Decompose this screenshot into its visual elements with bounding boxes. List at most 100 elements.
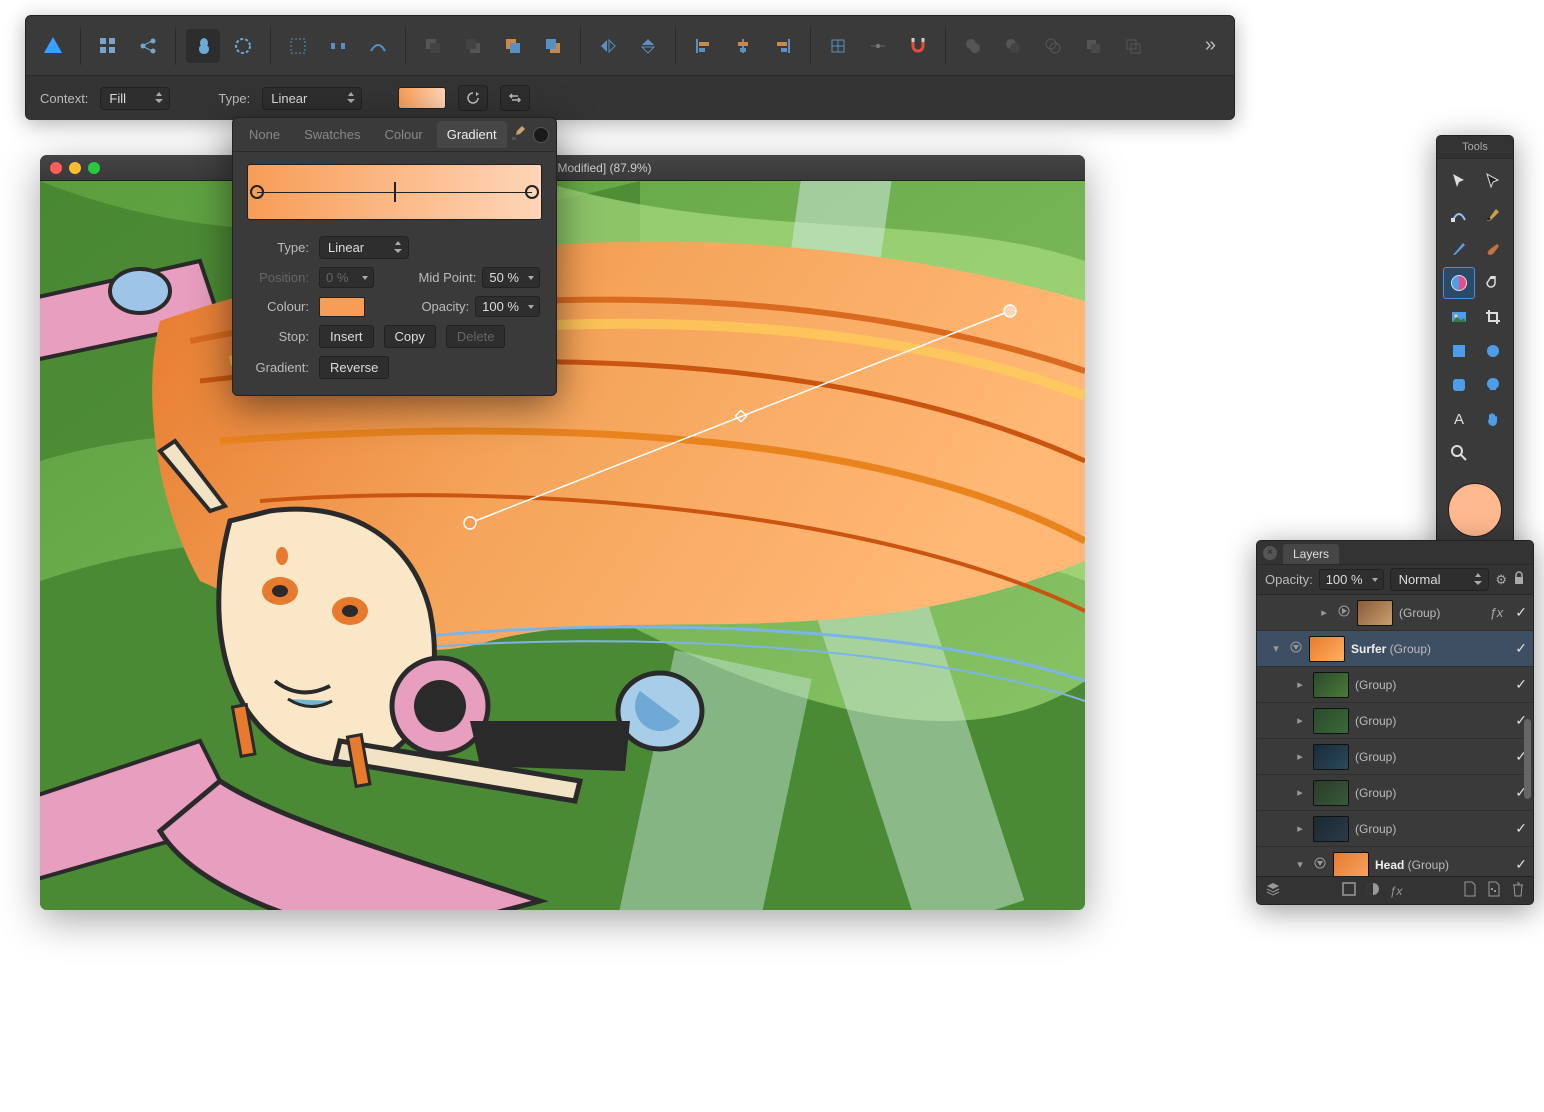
move-tool-icon[interactable]	[1443, 165, 1475, 197]
node-tool-icon[interactable]	[1443, 199, 1475, 231]
snap-curve-icon[interactable]	[361, 29, 395, 63]
direct-select-tool-icon[interactable]	[1477, 165, 1509, 197]
copy-button[interactable]: Copy	[384, 325, 436, 348]
blend-mode-select[interactable]: Normal	[1390, 568, 1490, 591]
gear-icon[interactable]: ⚙	[1495, 572, 1507, 588]
layers-tab[interactable]: Layers	[1283, 544, 1339, 564]
layer-row[interactable]: ▸ (Group) ✓	[1257, 739, 1533, 775]
bool-xor-icon[interactable]	[1076, 29, 1110, 63]
text-tool-icon[interactable]: A	[1443, 403, 1475, 435]
fill-tool-icon[interactable]	[1443, 267, 1475, 299]
lock-icon[interactable]	[1513, 571, 1525, 588]
pencil-tool-icon[interactable]	[1443, 233, 1475, 265]
position-input[interactable]: 0 %	[319, 267, 374, 288]
layer-row[interactable]: ▸ (Group) ✓	[1257, 703, 1533, 739]
layer-row[interactable]: ▾ Head (Group) ✓	[1257, 847, 1533, 876]
layer-row[interactable]: ▸ (Group) ✓	[1257, 667, 1533, 703]
expand-circle-icon[interactable]	[1289, 641, 1303, 656]
tab-none[interactable]: None	[239, 121, 290, 148]
disclosure-icon[interactable]: ▸	[1293, 822, 1307, 835]
grid-icon[interactable]	[91, 29, 125, 63]
layers-icon[interactable]	[1265, 881, 1281, 900]
rounded-rect-tool-icon[interactable]	[1443, 369, 1475, 401]
overflow-icon[interactable]: »	[1205, 34, 1224, 57]
foreground-colour-swatch[interactable]	[1448, 483, 1502, 537]
delete-button[interactable]: Delete	[446, 325, 506, 348]
close-window-icon[interactable]	[50, 162, 62, 174]
new-layer-icon[interactable]	[1463, 881, 1477, 900]
reverse-button[interactable]: Reverse	[319, 356, 389, 379]
layer-back-icon[interactable]	[416, 29, 450, 63]
grad-type-select[interactable]: Linear	[319, 236, 409, 259]
brush-tool-icon[interactable]	[1477, 233, 1509, 265]
layer-row[interactable]: ▸ (Group) ✓	[1257, 775, 1533, 811]
align-right-icon[interactable]	[766, 29, 800, 63]
eyedropper-icon[interactable]	[511, 125, 527, 144]
reverse-gradient-icon[interactable]	[500, 85, 530, 111]
point-transform-icon[interactable]	[861, 29, 895, 63]
adjustment-icon[interactable]	[1366, 882, 1380, 899]
new-pixel-layer-icon[interactable]	[1487, 881, 1501, 900]
snap-toggle-icon[interactable]	[821, 29, 855, 63]
align-center-icon[interactable]	[726, 29, 760, 63]
canvas[interactable]	[40, 181, 1085, 910]
tab-gradient[interactable]: Gradient	[437, 121, 507, 148]
gradient-bar[interactable]	[247, 164, 542, 220]
context-select[interactable]: Fill	[100, 87, 170, 110]
zoom-tool-icon[interactable]	[1443, 437, 1475, 469]
layer-backward-icon[interactable]	[456, 29, 490, 63]
expand-circle-icon[interactable]	[1337, 605, 1351, 620]
crop-tool-icon[interactable]	[1477, 301, 1509, 333]
disclosure-icon[interactable]: ▾	[1269, 642, 1283, 655]
share-icon[interactable]	[131, 29, 165, 63]
bool-add-icon[interactable]	[956, 29, 990, 63]
rotate-gradient-icon[interactable]	[458, 85, 488, 111]
zoom-window-icon[interactable]	[88, 162, 100, 174]
traffic-lights[interactable]	[50, 162, 100, 174]
tab-colour[interactable]: Colour	[374, 121, 432, 148]
disclosure-icon[interactable]: ▾	[1293, 858, 1307, 871]
layer-opacity-input[interactable]: 100 %	[1319, 569, 1384, 590]
opacity-input[interactable]: 100 %	[475, 296, 540, 317]
fx-icon[interactable]: ƒx	[1390, 884, 1403, 898]
disclosure-icon[interactable]: ▸	[1293, 786, 1307, 799]
fill-swatch[interactable]	[398, 87, 446, 109]
disclosure-icon[interactable]: ▸	[1293, 714, 1307, 727]
trash-icon[interactable]	[1511, 881, 1525, 900]
pen-tool-icon[interactable]	[1477, 199, 1509, 231]
layer-front-icon[interactable]	[536, 29, 570, 63]
scrollbar-thumb[interactable]	[1524, 719, 1531, 799]
bool-sub-icon[interactable]	[996, 29, 1030, 63]
align-left-icon[interactable]	[686, 29, 720, 63]
disclosure-icon[interactable]: ▸	[1293, 750, 1307, 763]
flip-h-icon[interactable]	[591, 29, 625, 63]
snap-spacing-icon[interactable]	[321, 29, 355, 63]
subtract-icon[interactable]	[226, 29, 260, 63]
close-panel-icon[interactable]: ×	[1263, 546, 1277, 560]
minimize-window-icon[interactable]	[69, 162, 81, 174]
disclosure-icon[interactable]: ▸	[1317, 606, 1331, 619]
flip-v-icon[interactable]	[631, 29, 665, 63]
bool-int-icon[interactable]	[1036, 29, 1070, 63]
insert-button[interactable]: Insert	[319, 325, 374, 348]
bool-div-icon[interactable]	[1116, 29, 1150, 63]
pan-tool-icon[interactable]	[1477, 403, 1509, 435]
rectangle-tool-icon[interactable]	[1443, 335, 1475, 367]
snap-grid-icon[interactable]	[281, 29, 315, 63]
transparency-tool-icon[interactable]	[1477, 267, 1509, 299]
layer-list[interactable]: ▸ (Group) ƒx ✓ ▾ Surfer (Group) ✓ ▸ (Gro…	[1257, 595, 1533, 876]
magnet-icon[interactable]	[901, 29, 935, 63]
midpoint-input[interactable]: 50 %	[482, 267, 540, 288]
shape-tool-icon[interactable]	[1477, 369, 1509, 401]
layer-row[interactable]: ▸ (Group) ƒx ✓	[1257, 595, 1533, 631]
mask-square-icon[interactable]	[1342, 882, 1356, 899]
ellipse-tool-icon[interactable]	[1477, 335, 1509, 367]
layer-forward-icon[interactable]	[496, 29, 530, 63]
expand-circle-icon[interactable]	[1313, 857, 1327, 872]
sample-swatch-icon[interactable]	[533, 127, 549, 143]
layer-row[interactable]: ▸ (Group) ✓	[1257, 811, 1533, 847]
type-select[interactable]: Linear	[262, 87, 362, 110]
place-image-tool-icon[interactable]	[1443, 301, 1475, 333]
disclosure-icon[interactable]: ▸	[1293, 678, 1307, 691]
layer-row[interactable]: ▾ Surfer (Group) ✓	[1257, 631, 1533, 667]
